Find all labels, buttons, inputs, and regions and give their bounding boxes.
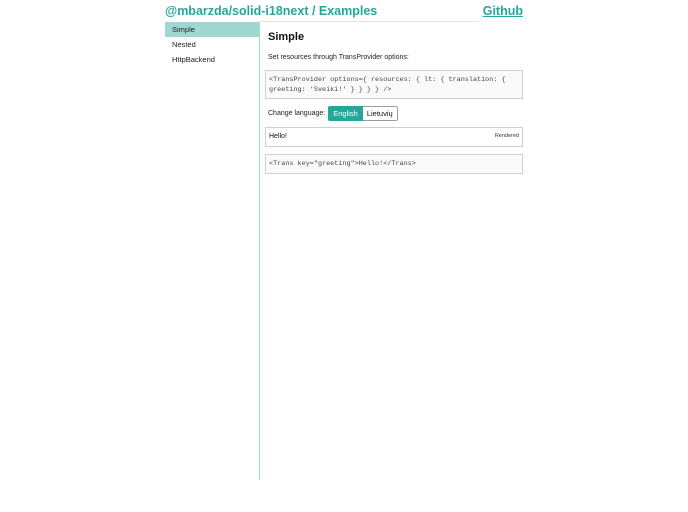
provider-code-line: <TransProvider options={ resources: { lt… — [269, 76, 506, 84]
sidebar: Simple Nested HttpBackend — [165, 22, 260, 480]
language-button-english[interactable]: English — [328, 106, 363, 121]
rendered-badge: Rendered — [494, 133, 519, 139]
language-switcher: Change language: English Lietuvių — [268, 106, 523, 121]
trans-code-line: <Trans key="greeting">Hello!</Trans> — [269, 160, 416, 168]
page-title: Simple — [268, 31, 305, 43]
sidebar-item-nested[interactable]: Nested — [165, 37, 259, 52]
sidebar-item-httpbackend[interactable]: HttpBackend — [165, 52, 259, 67]
app-page: @mbarzda/solid-i18next / Examples Github… — [0, 0, 688, 512]
rendered-text: Hello! — [269, 133, 287, 140]
description-text: Set resources through TransProvider opti… — [268, 54, 409, 61]
provider-code-block: <TransProvider options={ resources: { lt… — [265, 70, 523, 99]
app-title: @mbarzda/solid-i18next / Examples — [165, 4, 378, 18]
language-button-lietuviu[interactable]: Lietuvių — [362, 106, 398, 121]
sidebar-item-simple[interactable]: Simple — [165, 22, 259, 37]
github-link[interactable]: Github — [483, 4, 523, 18]
header: @mbarzda/solid-i18next / Examples Github — [165, 4, 523, 22]
language-label: Change language: — [268, 110, 326, 117]
main-content: Simple Set resources through TransProvid… — [265, 22, 523, 174]
trans-code-block: <Trans key="greeting">Hello!</Trans> — [265, 154, 523, 174]
provider-code-line: greeting: 'Sveiki!' } } } } /> — [269, 86, 392, 94]
rendered-output: Hello! Rendered — [265, 127, 523, 147]
